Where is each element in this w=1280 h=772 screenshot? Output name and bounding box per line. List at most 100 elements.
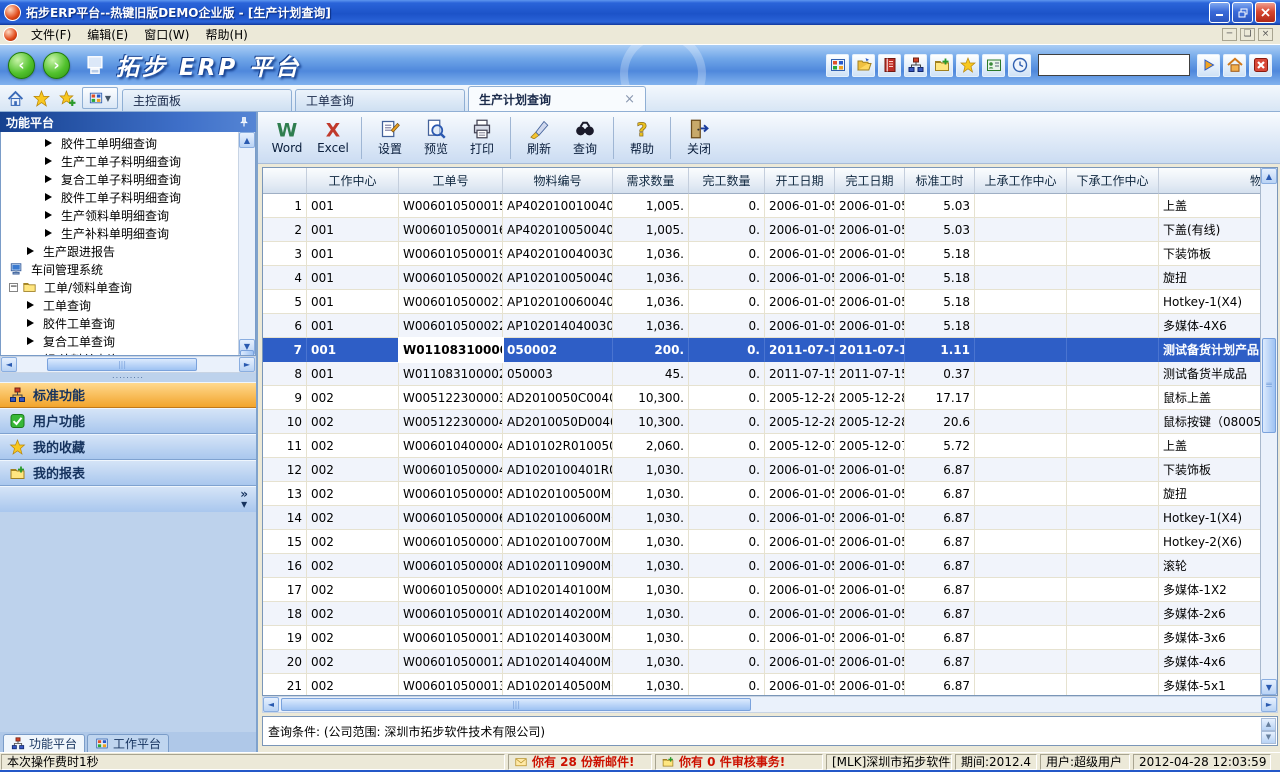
tree-vertical-scrollbar[interactable]: ▲ ▼ — [238, 132, 255, 355]
toolbar-帮助-button[interactable]: ?帮助 — [619, 115, 665, 161]
column-header-物料名称[interactable]: 物料名称 — [1159, 168, 1260, 194]
quick-search-input[interactable] — [1038, 54, 1190, 76]
layout-dropdown-button[interactable]: ▼ — [82, 87, 118, 109]
column-header-上承工作中心[interactable]: 上承工作中心 — [975, 168, 1067, 194]
forward-button[interactable]: › — [43, 52, 70, 79]
panel-button-我的报表[interactable]: 我的报表 — [0, 460, 256, 486]
table-row-2[interactable]: 2001W006010500016AP40201005004001,005.0.… — [263, 218, 1260, 242]
contacts-button[interactable] — [982, 54, 1005, 77]
toolbar-关闭-button[interactable]: 关闭 — [676, 115, 722, 161]
toolbar-打印-button[interactable]: 打印 — [459, 115, 505, 161]
mdi-restore-button[interactable]: ❏ — [1240, 28, 1255, 41]
back-button[interactable]: ‹ — [8, 52, 35, 79]
tree-item-领/补料单查询[interactable]: 领/补料单查询 — [1, 350, 255, 356]
tab-主控面板[interactable]: 主控面板 — [122, 89, 292, 111]
table-row-3[interactable]: 3001W006010500019AP40201004003001,036.0.… — [263, 242, 1260, 266]
table-scroll-down-button[interactable]: ▼ — [1261, 679, 1277, 695]
tree-horizontal-scrollbar[interactable]: ◄ ► — [0, 356, 256, 373]
column-header-下承工作中心[interactable]: 下承工作中心 — [1067, 168, 1159, 194]
tree-scroll-right-button[interactable]: ► — [239, 357, 255, 372]
sidebar-splitter[interactable]: ......... — [0, 373, 256, 382]
panel-button-我的收藏[interactable]: 我的收藏 — [0, 434, 256, 460]
table-scroll-left-button[interactable]: ◄ — [263, 697, 279, 712]
restore-button[interactable] — [1232, 2, 1253, 23]
clock-button[interactable] — [1008, 54, 1031, 77]
column-header-开工日期[interactable]: 开工日期 — [765, 168, 835, 194]
table-row-6[interactable]: 6001W006010500022AP10201404003001,036.0.… — [263, 314, 1260, 338]
column-header-需求数量[interactable]: 需求数量 — [613, 168, 689, 194]
folder-plus-button[interactable] — [930, 54, 953, 77]
query-scroll-arrows[interactable]: ▲▼ — [1261, 718, 1276, 744]
sidebar-tab-工作平台[interactable]: 工作平台 — [87, 734, 169, 752]
notebook-button[interactable] — [878, 54, 901, 77]
tree-item-胶件工单明细查询[interactable]: 胶件工单明细查询 — [1, 134, 255, 152]
tree-item-胶件工单查询[interactable]: 胶件工单查询 — [1, 314, 255, 332]
tree-item-生产跟进报告[interactable]: 生产跟进报告 — [1, 242, 255, 260]
tab-工单查询[interactable]: 工单查询 — [295, 89, 465, 111]
go-button[interactable] — [1197, 54, 1220, 77]
tree-item-生产领料单明细查询[interactable]: 生产领料单明细查询 — [1, 206, 255, 224]
house-button[interactable] — [3, 87, 27, 110]
star-plus-button[interactable] — [55, 87, 79, 110]
toolbar-刷新-button[interactable]: 刷新 — [516, 115, 562, 161]
table-row-8[interactable]: 8001W01108310000205000345.0.2011-07-1520… — [263, 362, 1260, 386]
column-header-物料编号[interactable]: 物料编号 — [503, 168, 613, 194]
star-button[interactable] — [29, 87, 53, 110]
table-scroll-thumb[interactable] — [1262, 338, 1276, 433]
tab-close-icon[interactable]: × — [624, 92, 635, 107]
column-header-标准工时[interactable]: 标准工时 — [905, 168, 975, 194]
column-header-工作中心[interactable]: 工作中心 — [307, 168, 399, 194]
table-row-19[interactable]: 19002W006010500011AD1020140300M001,030.0… — [263, 626, 1260, 650]
column-header-工单号[interactable]: 工单号 — [399, 168, 503, 194]
tree-item-生产补料单明细查询[interactable]: 生产补料单明细查询 — [1, 224, 255, 242]
minimize-button[interactable] — [1209, 2, 1230, 23]
tree-item-车间管理系统[interactable]: 车间管理系统 — [1, 260, 255, 278]
tree-item-工单查询[interactable]: 工单查询 — [1, 296, 255, 314]
collapse-box-icon[interactable]: − — [9, 283, 18, 292]
tree-item-复合工单子料明细查询[interactable]: 复合工单子料明细查询 — [1, 170, 255, 188]
table-hscroll-thumb[interactable] — [281, 698, 751, 711]
column-header-完工日期[interactable]: 完工日期 — [835, 168, 905, 194]
chevron-more-icon[interactable]: »▾ — [240, 489, 248, 509]
sidebar-tab-功能平台[interactable]: 功能平台 — [3, 734, 85, 752]
mdi-close-button[interactable]: × — [1258, 28, 1273, 41]
tree-hscroll-thumb[interactable] — [47, 358, 197, 371]
table-row-4[interactable]: 4001W006010500020AP10201005004001,036.0.… — [263, 266, 1260, 290]
home-button[interactable] — [1223, 54, 1246, 77]
toolbar-预览-button[interactable]: 预览 — [413, 115, 459, 161]
table-scroll-right-button[interactable]: ► — [1261, 697, 1277, 712]
table-row-10[interactable]: 10002W005122300004AD2010050D0040010,300.… — [263, 410, 1260, 434]
table-row-13[interactable]: 13002W006010500005AD1020100500M001,030.0… — [263, 482, 1260, 506]
work-order-edit-cell[interactable]: W011083100001 — [399, 338, 503, 362]
menu-item-1[interactable]: 编辑(E) — [79, 27, 136, 43]
tree-scroll-left-button[interactable]: ◄ — [1, 357, 17, 372]
table-row-21[interactable]: 21002W006010500013AD1020140500M001,030.0… — [263, 674, 1260, 695]
table-row-15[interactable]: 15002W006010500007AD1020100700M001,030.0… — [263, 530, 1260, 554]
menu-item-2[interactable]: 窗口(W) — [136, 27, 197, 43]
table-row-9[interactable]: 9002W005122300003AD2010050C0040010,300.0… — [263, 386, 1260, 410]
toolbar-Word-button[interactable]: WWord — [264, 115, 310, 161]
close-button[interactable] — [1255, 2, 1276, 23]
toolbar-设置-button[interactable]: 设置 — [367, 115, 413, 161]
tree-scroll-up-button[interactable]: ▲ — [239, 132, 255, 148]
table-row-7[interactable]: 7001W011083100001050002200.0.2011-07-152… — [263, 338, 1260, 362]
panel-more-bar[interactable]: »▾ — [0, 486, 256, 512]
tree-item-工单/领料单查询[interactable]: −工单/领料单查询 — [1, 278, 255, 296]
table-row-16[interactable]: 16002W006010500008AD1020110900M001,030.0… — [263, 554, 1260, 578]
table-horizontal-scrollbar[interactable]: ◄ ► — [262, 696, 1278, 713]
tree-item-胶件工单子料明细查询[interactable]: 胶件工单子料明细查询 — [1, 188, 255, 206]
exit-button[interactable] — [1249, 54, 1272, 77]
panel-button-用户功能[interactable]: 用户功能 — [0, 408, 256, 434]
table-row-11[interactable]: 11002W006010400004AD10102R01005002,060.0… — [263, 434, 1260, 458]
table-vertical-scrollbar[interactable]: ▲ ▼ — [1260, 168, 1277, 695]
column-header-完工数量[interactable]: 完工数量 — [689, 168, 765, 194]
table-row-5[interactable]: 5001W006010500021AP10201006004001,036.0.… — [263, 290, 1260, 314]
toolbar-查询-button[interactable]: 查询 — [562, 115, 608, 161]
table-row-20[interactable]: 20002W006010500012AD1020140400M001,030.0… — [263, 650, 1260, 674]
table-row-1[interactable]: 1001W006010500015AP40201001004001,005.0.… — [263, 194, 1260, 218]
folder-open-button[interactable] — [852, 54, 875, 77]
menu-item-3[interactable]: 帮助(H) — [197, 27, 255, 43]
desktop-grid-button[interactable] — [826, 54, 849, 77]
tab-生产计划查询[interactable]: 生产计划查询× — [468, 86, 646, 111]
table-row-12[interactable]: 12002W006010500004AD1020100401R001,030.0… — [263, 458, 1260, 482]
